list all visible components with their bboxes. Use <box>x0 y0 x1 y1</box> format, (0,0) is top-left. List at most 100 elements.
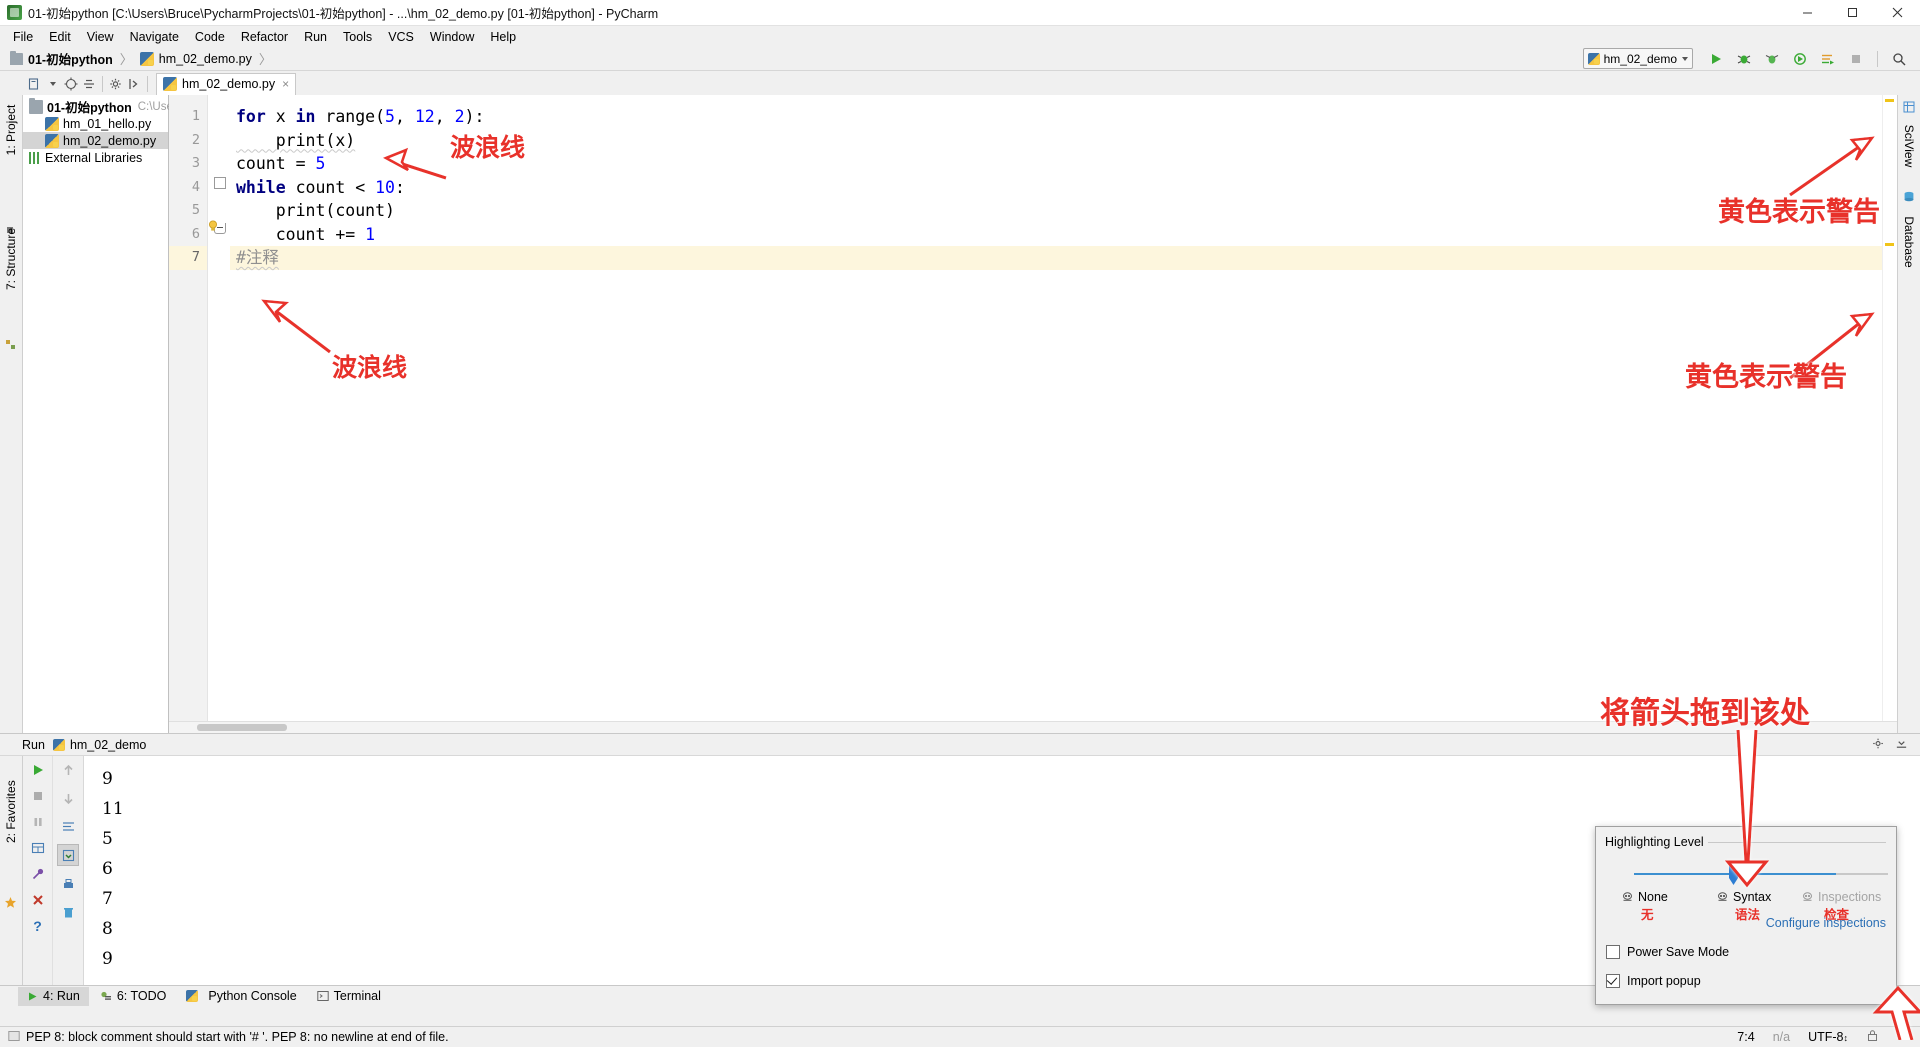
hide-panel-button[interactable] <box>125 75 143 93</box>
breadcrumb-separator-2: 〉 <box>259 49 272 68</box>
soft-wrap-button[interactable] <box>58 816 78 836</box>
comment-line: #注释 <box>236 248 279 267</box>
lock-icon[interactable] <box>1866 1029 1879 1045</box>
rerun-button[interactable] <box>28 760 48 780</box>
scroll-from-source-button[interactable] <box>62 75 80 93</box>
configure-inspections-link[interactable]: Configure inspections <box>1766 916 1886 930</box>
count-increment: count += <box>236 225 365 244</box>
pause-button[interactable] <box>28 812 48 832</box>
highlighting-option-inspections[interactable]: Inspections <box>1801 890 1881 904</box>
close-icon[interactable]: × <box>282 77 289 91</box>
pin-button[interactable] <box>28 864 48 884</box>
line-number: 2 <box>169 129 207 153</box>
help-button[interactable]: ? <box>28 916 48 936</box>
menu-help[interactable]: Help <box>482 28 524 46</box>
stop-button[interactable] <box>28 786 48 806</box>
sidebar-item-project[interactable]: 1: Project <box>4 102 18 158</box>
scrollbar-thumb[interactable] <box>197 724 287 731</box>
menu-file[interactable]: File <box>5 28 41 46</box>
anno-wavy-bottom: 波浪线 <box>332 348 407 384</box>
clear-all-button[interactable] <box>58 902 78 922</box>
menu-code[interactable]: Code <box>187 28 233 46</box>
tab-python-console[interactable]: Python Console <box>177 987 305 1006</box>
menu-tools[interactable]: Tools <box>335 28 380 46</box>
profile-button[interactable] <box>1789 48 1811 69</box>
sidebar-item-database[interactable]: Database <box>1902 214 1916 270</box>
close-button[interactable] <box>28 890 48 910</box>
structure-marker-icon <box>5 338 17 350</box>
menu-bar: File Edit View Navigate Code Refactor Ru… <box>0 26 1920 47</box>
layout-button[interactable] <box>28 838 48 858</box>
highlighting-level-popup[interactable]: Highlighting Level None 无 Syntax 语法 Insp… <box>1595 826 1897 1005</box>
folder-icon <box>29 100 43 114</box>
checkbox-box[interactable] <box>1606 945 1620 959</box>
close-icon[interactable] <box>1875 0 1920 25</box>
var-x: x <box>266 107 296 126</box>
debug-button[interactable] <box>1733 48 1755 69</box>
breadcrumb-project[interactable]: 01-初始python <box>10 49 113 68</box>
tab-run[interactable]: 4: Run <box>18 987 89 1006</box>
checkbox-box[interactable] <box>1606 974 1620 988</box>
warning-stripe-mark[interactable] <box>1885 99 1894 102</box>
import-popup-checkbox[interactable]: Import popup <box>1606 974 1701 988</box>
menu-vcs[interactable]: VCS <box>380 28 422 46</box>
sidebar-item-structure[interactable]: 7: Structure <box>4 234 18 290</box>
caret-position[interactable]: 7:4 <box>1737 1030 1754 1044</box>
line-separator[interactable]: n/a <box>1773 1030 1790 1044</box>
gear-icon[interactable] <box>1872 737 1885 753</box>
select-opened-file-button[interactable] <box>26 75 44 93</box>
fold-marker-while[interactable] <box>214 177 226 189</box>
intention-bulb-icon[interactable] <box>206 219 220 233</box>
tab-terminal[interactable]: Terminal <box>308 987 390 1006</box>
attach-process-button[interactable] <box>1817 48 1839 69</box>
stop-button[interactable] <box>1845 48 1867 69</box>
menu-view[interactable]: View <box>79 28 122 46</box>
highlighting-option-none[interactable]: None <box>1621 890 1668 904</box>
hide-icon[interactable] <box>1895 737 1908 753</box>
menu-edit[interactable]: Edit <box>41 28 79 46</box>
highlighting-slider-thumb[interactable] <box>1729 863 1738 885</box>
line-number: 3 <box>169 152 207 176</box>
menu-tools-label: Tools <box>343 30 372 44</box>
highlighting-slider-track-inactive[interactable] <box>1836 873 1888 875</box>
run-button[interactable] <box>1705 48 1727 69</box>
tab-todo[interactable]: 6: TODO <box>91 987 176 1006</box>
tree-item-hm-02-demo[interactable]: hm_02_demo.py <box>23 132 168 149</box>
encoding-selector[interactable]: UTF-8↕ <box>1808 1030 1848 1044</box>
breadcrumb-file-label: hm_02_demo.py <box>159 52 252 66</box>
editor-warning-stripe[interactable] <box>1882 95 1897 721</box>
view-options-chevron-down-icon[interactable] <box>44 75 62 93</box>
num-12: 12 <box>415 107 435 126</box>
tree-item-hm-01-hello[interactable]: hm_01_hello.py <box>23 115 168 132</box>
power-save-mode-checkbox[interactable]: Power Save Mode <box>1606 945 1729 959</box>
run-configuration-selector[interactable]: hm_02_demo <box>1583 48 1693 69</box>
collapse-all-button[interactable] <box>80 75 98 93</box>
highlighting-option-syntax[interactable]: Syntax <box>1716 890 1771 904</box>
menu-run[interactable]: Run <box>296 28 335 46</box>
console-scrollbar[interactable] <box>1907 756 1920 985</box>
warning-stripe-mark[interactable] <box>1885 243 1894 246</box>
down-arrow-button[interactable] <box>58 788 78 808</box>
sidebar-item-sciview[interactable]: SciView <box>1902 118 1916 174</box>
line-number: 6 <box>169 223 207 247</box>
sidebar-item-favorites[interactable]: 2: Favorites <box>4 787 18 843</box>
print-button[interactable] <box>58 874 78 894</box>
breadcrumb-file[interactable]: hm_02_demo.py <box>140 52 252 66</box>
maximize-icon[interactable] <box>1830 0 1875 25</box>
menu-window[interactable]: Window <box>422 28 482 46</box>
code-content[interactable]: for x in range(5, 12, 2): print(x) count… <box>230 95 1882 721</box>
inspection-icon[interactable] <box>1897 1029 1910 1045</box>
editor-tab-hm-02-demo[interactable]: hm_02_demo.py × <box>156 73 296 95</box>
tree-item-project-root[interactable]: 01-初始python C:\Use <box>23 98 168 115</box>
run-coverage-button[interactable] <box>1761 48 1783 69</box>
gear-icon[interactable] <box>107 75 125 93</box>
menu-refactor[interactable]: Refactor <box>233 28 296 46</box>
breadcrumb-separator: 〉 <box>120 49 133 68</box>
scroll-to-end-button[interactable] <box>57 844 79 866</box>
menu-navigate[interactable]: Navigate <box>122 28 187 46</box>
tree-item-external-libraries[interactable]: External Libraries <box>23 149 168 166</box>
terminal-icon <box>317 990 329 1002</box>
up-arrow-button[interactable] <box>58 760 78 780</box>
search-icon[interactable] <box>1888 48 1910 69</box>
minimize-icon[interactable] <box>1785 0 1830 25</box>
